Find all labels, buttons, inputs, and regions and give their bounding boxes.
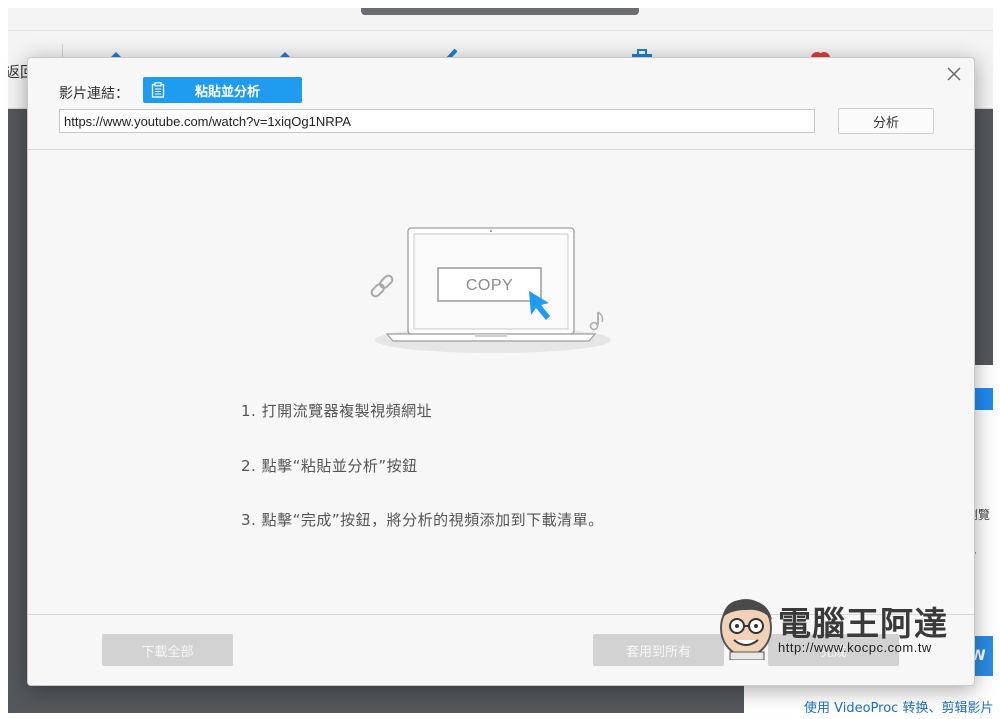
step-3: 3. 點擊“完成”按鈕，將分析的視頻添加到下載清單。 <box>241 511 604 529</box>
analyze-button[interactable]: 分析 <box>838 108 934 134</box>
videoproc-link[interactable]: 使用 VideoProc 转换、剪辑影片 <box>804 697 993 713</box>
step-2: 2. 點擊“粘貼並分析”按鈕 <box>241 457 418 475</box>
video-url-input[interactable] <box>59 109 815 133</box>
watermark-title: 電腦王阿達 <box>778 604 948 643</box>
background-blue-tab[interactable] <box>972 388 993 410</box>
step-1: 1. 打開流覽器複製視頻網址 <box>241 402 433 420</box>
kocpc-watermark: 電腦王阿達 http://www.kocpc.com.tw <box>716 594 966 664</box>
apply-to-all-button[interactable]: 套用到所有 <box>593 634 724 666</box>
dialog-header: 影片連結： 粘貼並分析 分析 <box>28 58 974 150</box>
close-button[interactable] <box>941 61 967 87</box>
mascot-logo <box>720 599 772 661</box>
paste-and-analyze-button[interactable]: 粘貼並分析 <box>143 77 302 103</box>
window-drag-handle[interactable] <box>361 8 639 15</box>
music-note-icon <box>589 311 604 331</box>
copy-label: COPY <box>466 277 513 294</box>
download-all-button[interactable]: 下載全部 <box>102 634 233 666</box>
clipboard-icon <box>151 82 165 98</box>
video-url-label: 影片連結： <box>59 86 129 102</box>
close-icon <box>947 67 961 81</box>
video-url-dialog: 影片連結： 粘貼並分析 分析 <box>27 57 975 686</box>
copy-illustration: COPY <box>370 227 611 353</box>
link-icon <box>370 274 394 298</box>
paste-and-analyze-label: 粘貼並分析 <box>195 84 261 100</box>
watermark-url: http://www.kocpc.com.tw <box>778 640 932 655</box>
